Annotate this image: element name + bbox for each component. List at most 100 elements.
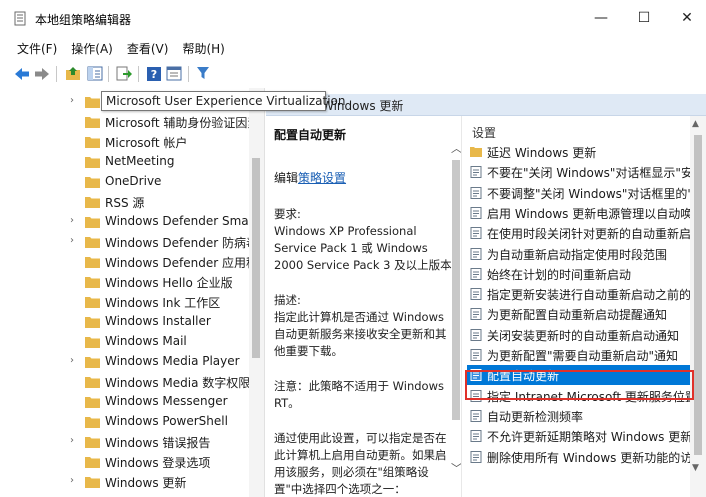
tree-item[interactable]: Windows Hello 企业版	[0, 272, 250, 292]
toolbar-separator	[138, 66, 139, 82]
tree-item[interactable]: › Windows Media Player	[0, 352, 250, 372]
chevron-right-icon[interactable]: ›	[70, 95, 74, 106]
folder-icon	[85, 137, 100, 148]
folder-icon	[85, 357, 100, 368]
tree-item-label: NetMeeting	[105, 154, 175, 168]
tree-scrollbar-thumb[interactable]	[252, 158, 260, 358]
tree-item[interactable]: Microsoft 帐户	[0, 132, 250, 152]
settings-row[interactable]: 自动更新检测频率	[467, 406, 692, 426]
chevron-right-icon[interactable]: ›	[70, 435, 74, 446]
tree-item[interactable]: Windows Messenger	[0, 392, 250, 412]
settings-row-label: 不要调整"关闭 Windows"对话框里的"安装更新并关机"	[487, 186, 692, 201]
settings-row[interactable]: 不允许更新延期策略对 Windows 更新执行扫描	[467, 426, 692, 446]
chevron-right-icon[interactable]: ›	[70, 475, 74, 486]
settings-row-label: 关闭安装更新时的自动重新启动通知	[487, 328, 680, 343]
settings-list[interactable]: 设置 延迟 Windows 更新不要在"关闭 Windows"对话框显示"安装更…	[461, 116, 706, 497]
policy-setting-icon	[470, 328, 482, 341]
menu-help[interactable]: 帮助(H)	[182, 38, 224, 60]
close-button[interactable]: ✕	[664, 0, 706, 36]
tree-item[interactable]: Windows Mail	[0, 332, 250, 352]
tree-item[interactable]: RSS 源	[0, 192, 250, 212]
filter-icon[interactable]	[194, 65, 211, 82]
settings-row-label: 删除使用所有 Windows 更新功能的访问权限	[487, 450, 692, 465]
tree-item-label: Windows Media 数字权限管理	[105, 376, 250, 390]
folder-icon	[85, 337, 100, 348]
tree-item[interactable]: OneDrive	[0, 172, 250, 192]
settings-row[interactable]: 删除使用所有 Windows 更新功能的访问权限	[467, 447, 692, 467]
toolbar-separator	[108, 66, 109, 82]
tree-item[interactable]: › Windows Defender SmartScreen	[0, 212, 250, 232]
tree-item[interactable]: Windows Defender 应用程序防护	[0, 252, 250, 272]
forward-icon[interactable]	[33, 65, 50, 82]
settings-row[interactable]: 为自动重新启动指定使用时段范围	[467, 244, 692, 264]
tree-item-label: Windows 错误报告	[105, 436, 211, 450]
menu-view[interactable]: 查看(V)	[127, 38, 169, 60]
edit-prefix: 编辑	[274, 171, 299, 185]
settings-folder-row[interactable]: 延迟 Windows 更新	[467, 142, 692, 162]
settings-row-label: 为更新配置自动重新启动提醒通知	[487, 308, 668, 323]
tree-item-label: Windows Defender 应用程序防护	[105, 256, 250, 270]
back-icon[interactable]	[13, 65, 30, 82]
show-hide-tree-icon[interactable]	[86, 65, 103, 82]
policy-tree[interactable]: ›Microsoft User Experience Virtualizatio…	[0, 88, 265, 497]
folder-icon	[85, 117, 100, 128]
policy-setting-icon	[470, 430, 482, 443]
tree-item[interactable]: › Windows 错误报告	[0, 432, 250, 452]
tree-item[interactable]: Microsoft 辅助身份验证因素	[0, 112, 250, 132]
maximize-button[interactable]: ☐	[621, 0, 667, 36]
requirements-text: Windows XP Professional Service Pack 1 或…	[274, 224, 452, 272]
tree-item-label: Windows Mail	[105, 334, 187, 348]
tree-item-label: Windows PowerShell	[105, 414, 228, 428]
settings-row[interactable]: 不要在"关闭 Windows"对话框显示"安装更新并关机"	[467, 162, 692, 182]
chevron-right-icon[interactable]: ›	[70, 355, 74, 366]
policy-setting-icon	[470, 450, 482, 463]
settings-scrollbar-thumb[interactable]	[694, 135, 702, 455]
description-scrollbar-thumb[interactable]	[452, 160, 460, 420]
list-scroll-up-icon[interactable]: ▲	[692, 119, 699, 129]
policy-setting-icon	[470, 166, 482, 179]
settings-row[interactable]: 始终在计划的时间重新启动	[467, 264, 692, 284]
policy-setting-icon	[470, 267, 482, 280]
settings-row[interactable]: 为更新配置自动重新启动提醒通知	[467, 304, 692, 324]
export-list-icon[interactable]	[115, 65, 132, 82]
help-icon[interactable]: ?	[145, 65, 162, 82]
window-title: 本地组策略编辑器	[35, 13, 132, 27]
folder-icon	[85, 397, 100, 408]
settings-row[interactable]: 在使用时段关闭针对更新的自动重新启动	[467, 223, 692, 243]
settings-row-label: 启用 Windows 更新电源管理以自动唤醒系统	[487, 206, 692, 221]
list-scroll-down-icon[interactable]: ▼	[692, 463, 699, 473]
folder-icon	[85, 317, 100, 328]
settings-row-label: 为自动重新启动指定使用时段范围	[487, 247, 668, 262]
settings-row[interactable]: 启用 Windows 更新电源管理以自动唤醒系统	[467, 203, 692, 223]
tree-item[interactable]: › Windows Defender 防病毒程序	[0, 232, 250, 252]
settings-column-header[interactable]: 设置	[472, 124, 496, 141]
note-text: 注意：此策略不适用于 Windows RT。	[274, 379, 444, 410]
policy-setting-icon	[470, 409, 482, 422]
policy-setting-icon	[470, 308, 482, 321]
tree-item[interactable]: Windows Installer	[0, 312, 250, 332]
settings-row[interactable]: 为更新配置"需要自动重新启动"通知	[467, 345, 692, 365]
svg-text:?: ?	[150, 68, 156, 81]
settings-row[interactable]: 不要调整"关闭 Windows"对话框里的"安装更新并关机"	[467, 183, 692, 203]
chevron-right-icon[interactable]: ›	[70, 215, 74, 226]
tree-item[interactable]: Windows Ink 工作区	[0, 292, 250, 312]
selection-highlight-box	[465, 370, 694, 400]
tree-item[interactable]: Windows PowerShell	[0, 412, 250, 432]
tree-item[interactable]: › Windows 更新	[0, 472, 250, 492]
minimize-button[interactable]: —	[578, 0, 624, 36]
description-title: 配置自动更新	[274, 128, 347, 142]
tree-item[interactable]: NetMeeting	[0, 152, 250, 172]
folder-icon	[85, 377, 100, 388]
tree-item[interactable]: Windows 登录选项	[0, 452, 250, 472]
tree-item[interactable]: Windows Media 数字权限管理	[0, 372, 250, 392]
menu-action[interactable]: 操作(A)	[71, 38, 113, 60]
menu-file[interactable]: 文件(F)	[17, 38, 57, 60]
properties-icon[interactable]	[165, 65, 182, 82]
settings-row[interactable]: 关闭安装更新时的自动重新启动通知	[467, 325, 692, 345]
settings-row[interactable]: 指定更新安装进行自动重新启动之前的最后期限	[467, 284, 692, 304]
chevron-right-icon[interactable]: ›	[70, 235, 74, 246]
edit-policy-link[interactable]: 策略设置	[298, 171, 346, 185]
folder-icon	[85, 277, 100, 288]
folder-icon	[85, 477, 100, 488]
up-folder-icon[interactable]	[64, 65, 81, 82]
